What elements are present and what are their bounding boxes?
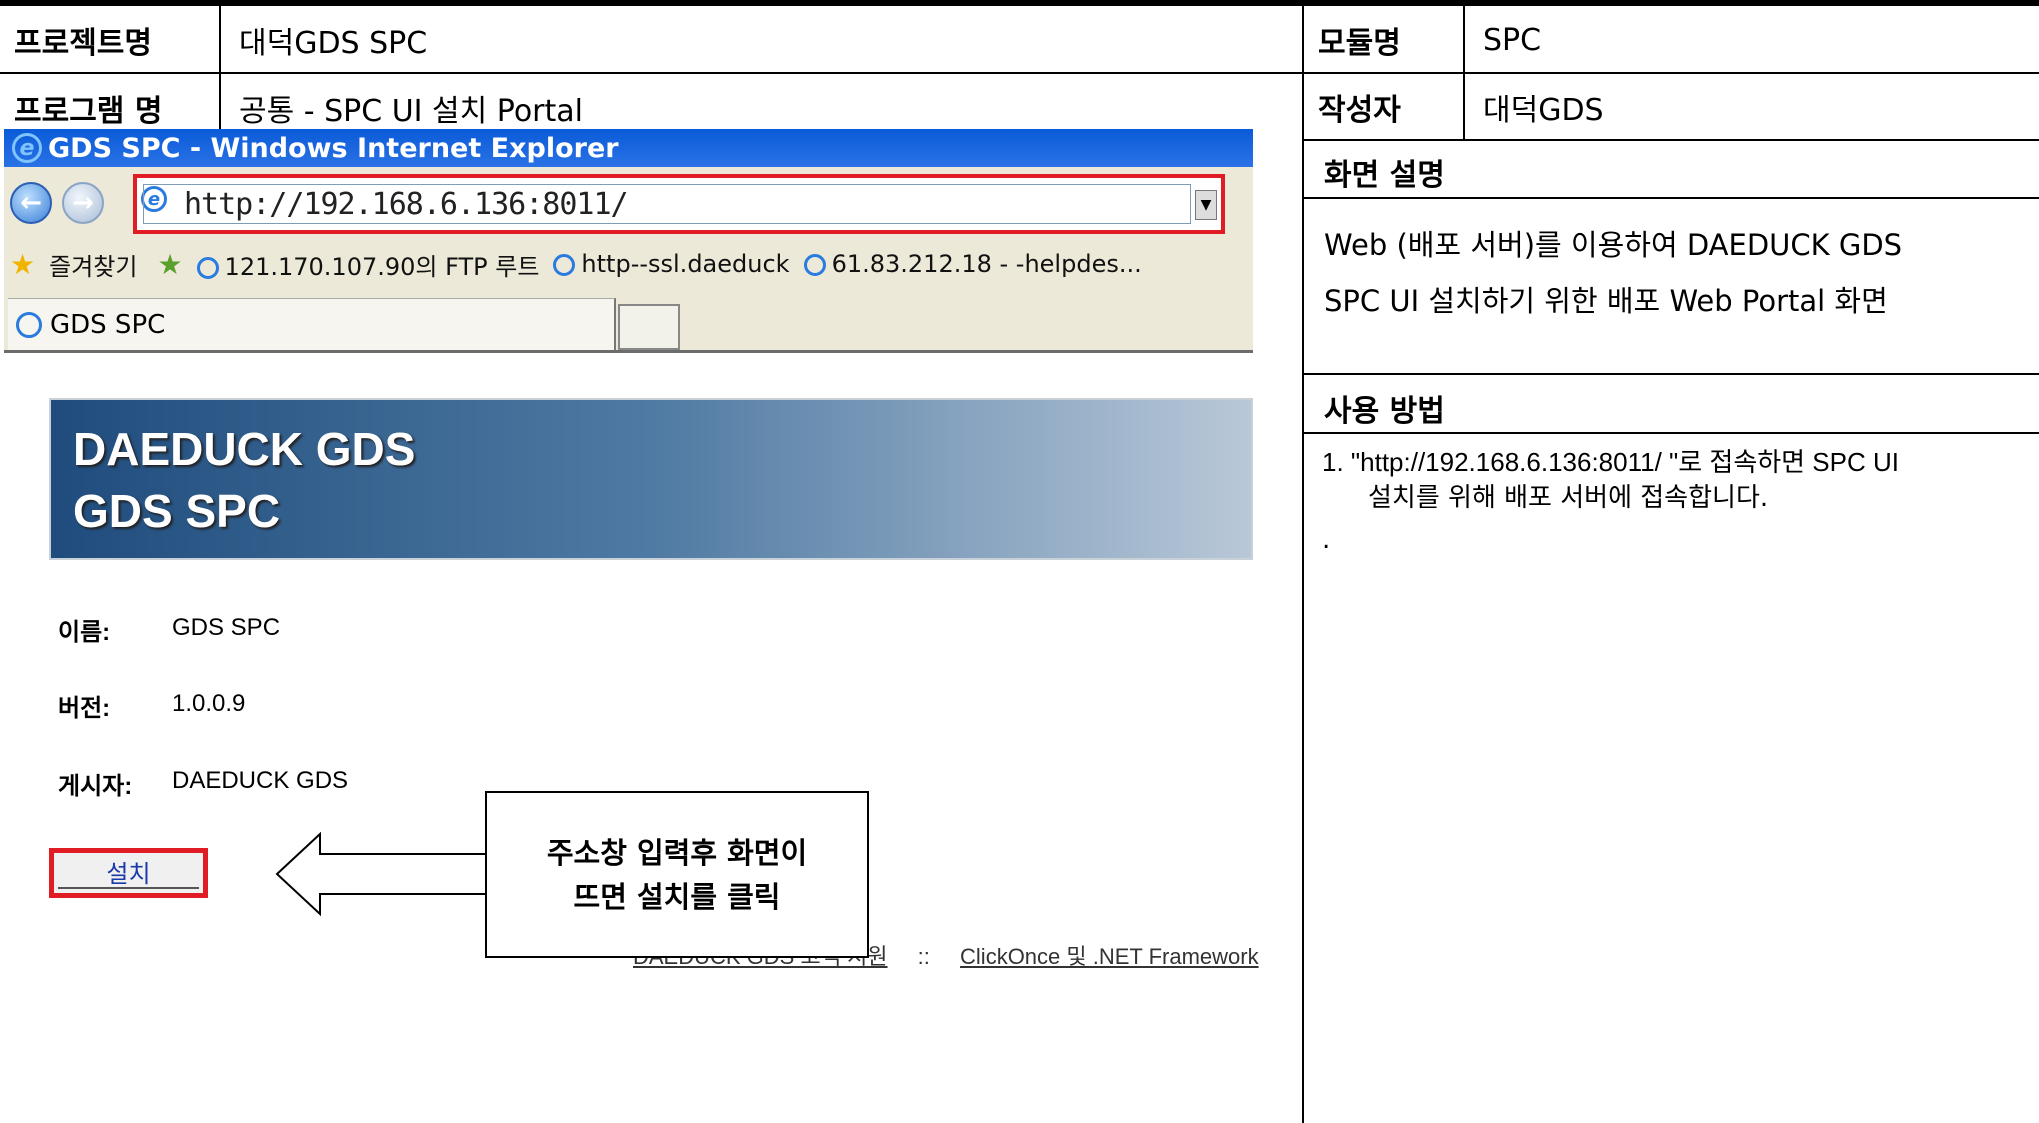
author-label: 작성자 xyxy=(1318,93,1401,128)
screen-desc-line2: SPC UI 설치하기 위한 배포 Web Portal 화면 xyxy=(1324,284,1888,318)
author-value: 대덕GDS xyxy=(1483,93,1604,128)
version-value: 1.0.0.9 xyxy=(172,690,246,717)
publisher-label: 게시자: xyxy=(58,773,133,800)
header-row-divider-1 xyxy=(0,72,2039,74)
usage-divider xyxy=(1302,432,2039,434)
screen-desc-title: 화면 설명 xyxy=(1324,158,1445,193)
module-name-value: SPC xyxy=(1483,22,1542,58)
banner-product: GDS SPC xyxy=(73,485,281,537)
left-arrow-icon xyxy=(275,832,489,916)
address-bar[interactable]: http://192.168.6.136:8011/ xyxy=(143,184,1191,224)
back-button[interactable]: ← xyxy=(10,182,52,224)
callout-line1: 주소창 입력후 화면이 xyxy=(546,835,808,870)
footer-separator: :: xyxy=(917,944,930,969)
ie-title-bar: e GDS SPC - Windows Internet Explorer xyxy=(4,129,1253,167)
usage-line2: 설치를 위해 배포 서버에 접속합니다. xyxy=(1368,483,1769,513)
ie-icon xyxy=(803,254,826,276)
ie-icon xyxy=(553,254,576,276)
name-value: GDS SPC xyxy=(172,614,281,641)
program-name-label: 프로그램 명 xyxy=(14,94,163,129)
header-row-divider-2 xyxy=(1302,139,2039,141)
portal-banner: DAEDUCK GDS GDS SPC xyxy=(49,398,1253,560)
ie-chrome-bottom xyxy=(4,350,1253,353)
ie-tab-icon xyxy=(16,311,42,338)
usage-top-divider xyxy=(1302,373,2039,375)
install-button[interactable]: 설치 xyxy=(58,855,199,889)
favorite-link-2[interactable]: http--ssl.daeduck xyxy=(553,250,790,278)
favorites-bar: ★ 즐겨찾기 ★ 121.170.107.90의 FTP 루트 http--ss… xyxy=(4,244,1253,284)
favorites-button[interactable]: 즐겨찾기 xyxy=(49,247,137,282)
program-name-value: 공통 - SPC UI 설치 Portal xyxy=(239,94,583,129)
name-label: 이름: xyxy=(58,619,111,646)
address-bar-highlight: e http://192.168.6.136:8011/ ▼ xyxy=(133,174,1225,234)
tab-title: GDS SPC xyxy=(50,309,166,340)
tab-gds-spc[interactable]: GDS SPC xyxy=(8,298,616,350)
forward-button[interactable]: → xyxy=(62,182,104,224)
tab-row: GDS SPC xyxy=(4,298,1253,350)
main-col-divider xyxy=(1302,6,1304,1123)
usage-dot: . xyxy=(1322,525,1331,555)
screen-desc-divider xyxy=(1302,197,2039,199)
favorite-link-1[interactable]: 121.170.107.90의 FTP 루트 xyxy=(196,247,539,282)
ie-logo-icon: e xyxy=(12,133,42,163)
add-favorite-icon[interactable]: ★ xyxy=(157,248,182,281)
favorites-star-icon[interactable]: ★ xyxy=(10,248,35,281)
usage-title: 사용 방법 xyxy=(1324,394,1445,429)
version-label: 버전: xyxy=(58,695,111,722)
install-button-highlight: 설치 xyxy=(49,848,208,898)
clickonce-link[interactable]: ClickOnce 및 .NET Framework xyxy=(960,944,1259,969)
publisher-value: DAEDUCK GDS xyxy=(172,767,349,794)
top-border xyxy=(0,0,2039,6)
callout-line2: 뜨면 설치를 클릭 xyxy=(573,879,781,914)
window-title: GDS SPC - Windows Internet Explorer xyxy=(48,132,619,164)
new-tab-button[interactable] xyxy=(618,304,680,350)
screen-desc-line1: Web (배포 서버)를 이용하여 DAEDUCK GDS xyxy=(1324,228,1903,262)
address-dropdown-icon[interactable]: ▼ xyxy=(1195,190,1217,220)
favorite-link-3[interactable]: 61.83.212.18 - -helpdes... xyxy=(803,250,1142,278)
usage-line1: 1. "http://192.168.6.136:8011/ "로 접속하면 S… xyxy=(1322,447,1899,477)
module-name-label: 모듈명 xyxy=(1318,26,1401,61)
project-name-label: 프로젝트명 xyxy=(14,26,152,61)
instruction-callout: 주소창 입력후 화면이 뜨면 설치를 클릭 xyxy=(485,791,869,958)
project-name-value: 대덕GDS SPC xyxy=(239,26,428,61)
banner-company: DAEDUCK GDS xyxy=(73,423,416,475)
ie-icon xyxy=(196,256,219,279)
